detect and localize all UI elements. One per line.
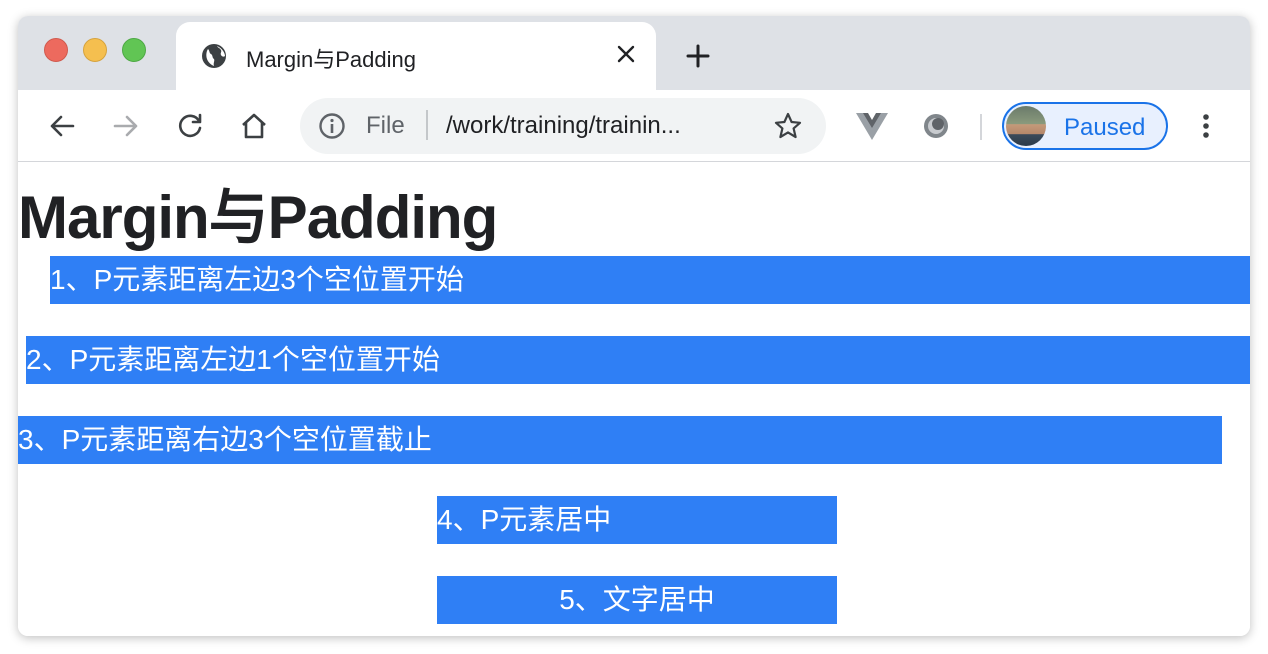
tab-title: Margin与Padding [246, 47, 416, 72]
paragraph-margin-left-1: 2、P元素距离左边1个空位置开始 [26, 336, 1250, 384]
paragraph-margin-right-3: 3、P元素距离右边3个空位置截止 [18, 416, 1222, 464]
avatar [1006, 106, 1046, 146]
close-icon[interactable] [610, 38, 642, 70]
reload-icon[interactable] [168, 104, 212, 148]
browser-window: Margin与Padding File /work/training/train… [18, 16, 1250, 636]
profile-button[interactable]: Paused [1002, 102, 1168, 150]
vue-devtools-icon[interactable] [854, 108, 890, 144]
info-icon[interactable] [318, 112, 346, 140]
close-window-button[interactable] [44, 38, 68, 62]
extension-ring-icon[interactable] [918, 108, 954, 144]
forward-arrow-icon[interactable] [104, 104, 148, 148]
plus-icon[interactable] [680, 38, 716, 74]
globe-icon [200, 42, 228, 70]
omnibox-divider [426, 110, 428, 140]
page-content: Margin与Padding 1、P元素距离左边3个空位置开始 2、P元素距离左… [18, 163, 1250, 636]
url-scheme-label: File [366, 112, 405, 139]
browser-toolbar: File /work/training/trainin... Paused [18, 90, 1250, 162]
paragraph-margin-left-3: 1、P元素距离左边3个空位置开始 [50, 256, 1250, 304]
active-tab[interactable]: Margin与Padding [176, 22, 656, 90]
page-title: Margin与Padding [18, 184, 498, 251]
profile-status-label: Paused [1064, 114, 1146, 141]
home-icon[interactable] [232, 104, 276, 148]
back-arrow-icon[interactable] [40, 104, 84, 148]
paragraph-centered-block: 4、P元素居中 [437, 496, 837, 544]
toolbar-divider [980, 114, 982, 140]
address-bar[interactable]: File /work/training/trainin... [300, 98, 826, 154]
star-icon[interactable] [770, 108, 806, 144]
paragraph-centered-text: 5、文字居中 [437, 576, 837, 624]
zoom-window-button[interactable] [122, 38, 146, 62]
url-text[interactable]: /work/training/trainin... [446, 112, 748, 140]
title-bar: Margin与Padding [18, 16, 1250, 90]
kebab-menu-icon[interactable] [1188, 108, 1224, 144]
minimize-window-button[interactable] [83, 38, 107, 62]
